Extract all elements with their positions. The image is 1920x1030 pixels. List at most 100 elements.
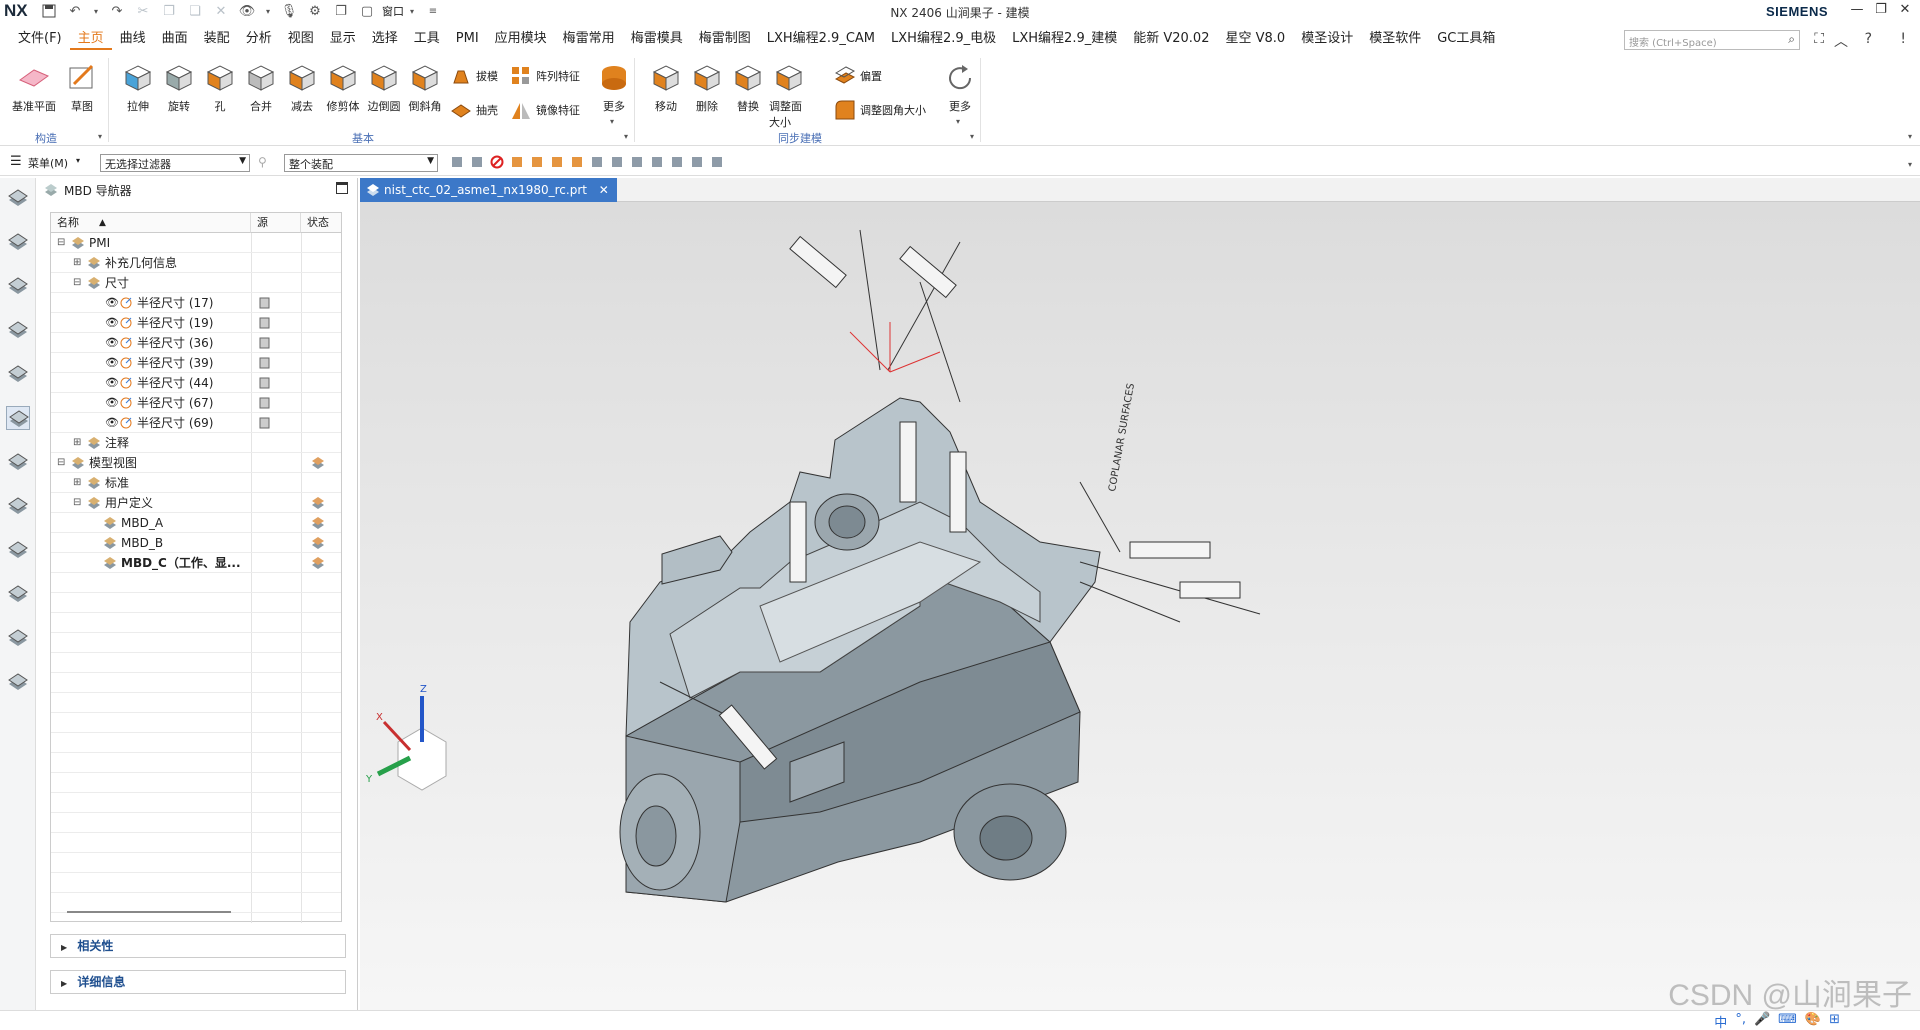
model-view[interactable]: COPLANAR SURFACES Z X Y xyxy=(360,202,1920,1010)
menu-item[interactable]: PMI xyxy=(448,28,487,50)
shell-button[interactable]: 抽壳 xyxy=(450,98,498,122)
paste-icon[interactable]: ❏ xyxy=(186,3,204,19)
part-navigator-icon[interactable] xyxy=(6,230,30,254)
edge-blend-button[interactable]: 边倒圆 xyxy=(364,62,404,114)
menu-item[interactable]: 分析 xyxy=(238,28,280,50)
maximize-panel-icon[interactable] xyxy=(336,182,348,194)
extrude-button[interactable]: 拉伸 xyxy=(118,62,158,114)
visibility-eye-icon[interactable]: 👁 xyxy=(105,313,119,333)
tree-row[interactable]: 👁 半径尺寸 (19) xyxy=(51,313,341,333)
window-menu-icon[interactable]: ▢ xyxy=(358,3,376,19)
menu-item[interactable]: 视图 xyxy=(280,28,322,50)
menu-item[interactable]: 显示 xyxy=(322,28,364,50)
wcs-triad[interactable] xyxy=(849,322,941,373)
visibility-eye-icon[interactable]: 👁 xyxy=(105,353,119,373)
tree-row[interactable]: MBD_C（工作、显... xyxy=(51,553,341,573)
details-panel[interactable]: ▶ 详细信息 xyxy=(50,970,346,994)
point-icon[interactable] xyxy=(610,155,626,171)
sync-group-caret[interactable]: ▾ xyxy=(970,132,974,141)
face-icon[interactable] xyxy=(530,155,546,171)
offset-button[interactable]: 偏置 xyxy=(834,64,882,88)
menu-item[interactable]: 星空 V8.0 xyxy=(1217,28,1293,50)
ime-language-icon[interactable]: 中 xyxy=(1714,1012,1727,1030)
customize-quick-access-icon[interactable]: ≡ xyxy=(424,3,442,19)
menu-item[interactable]: 工具 xyxy=(406,28,448,50)
tree-row[interactable]: ⊟ 模型视图 xyxy=(51,453,341,473)
menu-item[interactable]: 模圣软件 xyxy=(1361,28,1429,50)
ime-keyboard-icon[interactable]: ⌨ xyxy=(1778,1012,1797,1030)
revolve-button[interactable]: 旋转 xyxy=(159,62,199,114)
replace-face-button[interactable]: 替换 xyxy=(728,62,768,114)
visibility-eye-icon[interactable]: 👁 xyxy=(105,393,119,413)
menu-item[interactable]: 选择 xyxy=(364,28,406,50)
menu-item[interactable]: 梅雷常用 xyxy=(555,28,623,50)
menu-item[interactable]: 能新 V20.02 xyxy=(1125,28,1217,50)
search-icon[interactable]: ⌕ xyxy=(1788,32,1795,47)
roles-icon[interactable] xyxy=(6,186,30,210)
move-face-button[interactable]: 移动 xyxy=(646,62,686,114)
ime-punctuation-icon[interactable]: °, xyxy=(1735,1012,1746,1030)
expand-icon[interactable]: ⊞ xyxy=(73,253,81,273)
tree-row[interactable]: 👁 半径尺寸 (44) xyxy=(51,373,341,393)
tree-row[interactable]: MBD_A xyxy=(51,513,341,533)
show-hide-icon[interactable]: 👁 xyxy=(238,3,256,19)
command-finder-icon[interactable]: ⚙ xyxy=(306,3,324,19)
stop-icon[interactable] xyxy=(490,155,506,171)
dropdown-icon[interactable] xyxy=(670,155,686,171)
menu-item[interactable]: 文件(F) xyxy=(10,28,70,50)
basic-more-button[interactable]: 更多 xyxy=(594,62,634,114)
web-browser-icon[interactable] xyxy=(6,538,30,562)
minimize-button[interactable]: — xyxy=(1846,2,1868,20)
view-icon[interactable] xyxy=(710,155,726,171)
component-icon[interactable] xyxy=(650,155,666,171)
tree-row[interactable]: 👁 半径尺寸 (36) xyxy=(51,333,341,353)
restore-button[interactable]: ❐ xyxy=(1870,2,1892,20)
menu-item[interactable]: LXH编程2.9_电极 xyxy=(883,28,1004,50)
document-tab[interactable]: nist_ctc_02_asme1_nx1980_rc.prt ✕ xyxy=(360,178,617,202)
resize-face-button[interactable]: 调整面大小 xyxy=(769,62,809,130)
save-icon[interactable] xyxy=(40,3,58,19)
expand-icon[interactable]: ⊞ xyxy=(73,433,81,453)
snap-icon[interactable] xyxy=(470,155,486,171)
manufacturing-wizard-icon[interactable] xyxy=(6,670,30,694)
visualization-icon[interactable] xyxy=(6,450,30,474)
help-icon[interactable]: ? xyxy=(1865,31,1872,47)
mirror-feature-button[interactable]: 镜像特征 xyxy=(510,98,580,122)
type-filter-dropdown[interactable]: 无选择过滤器 ▼ xyxy=(100,154,250,172)
collapse-ribbon-icon[interactable]: ︿ xyxy=(1834,31,1848,51)
menu-item[interactable]: 曲面 xyxy=(154,28,196,50)
close-tab-icon[interactable]: ✕ xyxy=(599,183,609,197)
tree-row[interactable]: 👁 半径尺寸 (17) xyxy=(51,293,341,313)
copy-icon[interactable]: ❐ xyxy=(160,3,178,19)
body-icon[interactable] xyxy=(550,155,566,171)
menu-item[interactable]: 曲线 xyxy=(112,28,154,50)
process-studio-icon[interactable] xyxy=(6,626,30,650)
datum-plane-button[interactable]: 基准平面 xyxy=(10,62,58,114)
reuse-library-icon[interactable] xyxy=(6,362,30,386)
visibility-eye-icon[interactable]: 👁 xyxy=(105,293,119,313)
window-dropdown-icon[interactable]: ▾ xyxy=(408,3,416,19)
hole-button[interactable]: 孔 xyxy=(200,62,240,114)
dropdown-icon[interactable]: ▾ xyxy=(264,3,272,19)
snap-icon[interactable] xyxy=(450,155,466,171)
draft-button[interactable]: 拔模 xyxy=(450,64,498,88)
column-header-name[interactable]: 名称 ▲ xyxy=(51,213,251,233)
column-header-status[interactable]: 状态 xyxy=(301,213,341,233)
menu-item[interactable]: LXH编程2.9_建模 xyxy=(1004,28,1125,50)
feature-icon[interactable] xyxy=(570,155,586,171)
tree-row[interactable]: 👁 半径尺寸 (67) xyxy=(51,393,341,413)
tree-row[interactable]: ⊟ 用户定义 xyxy=(51,493,341,513)
selection-scope-dropdown[interactable]: 整个装配 ▼ xyxy=(284,154,438,172)
dependencies-panel[interactable]: ▶ 相关性 xyxy=(50,934,346,958)
window-menu-label[interactable]: 窗口 xyxy=(382,3,404,19)
menu-item[interactable]: 主页 xyxy=(69,28,112,50)
collapse-icon[interactable]: ⊟ xyxy=(57,233,65,253)
sync-more-caret[interactable]: ▾ xyxy=(956,117,960,126)
expand-icon[interactable]: ⊞ xyxy=(73,473,81,493)
menu-item[interactable]: 装配 xyxy=(196,28,238,50)
ime-voice-icon[interactable]: 🎤 xyxy=(1754,1012,1770,1030)
close-button[interactable]: ✕ xyxy=(1894,2,1916,20)
visibility-eye-icon[interactable]: 👁 xyxy=(105,373,119,393)
ime-toolbar[interactable]: 中 °, 🎤 ⌨ 🎨 ⊞ xyxy=(1714,1012,1840,1030)
snap-point-icon[interactable] xyxy=(630,155,646,171)
